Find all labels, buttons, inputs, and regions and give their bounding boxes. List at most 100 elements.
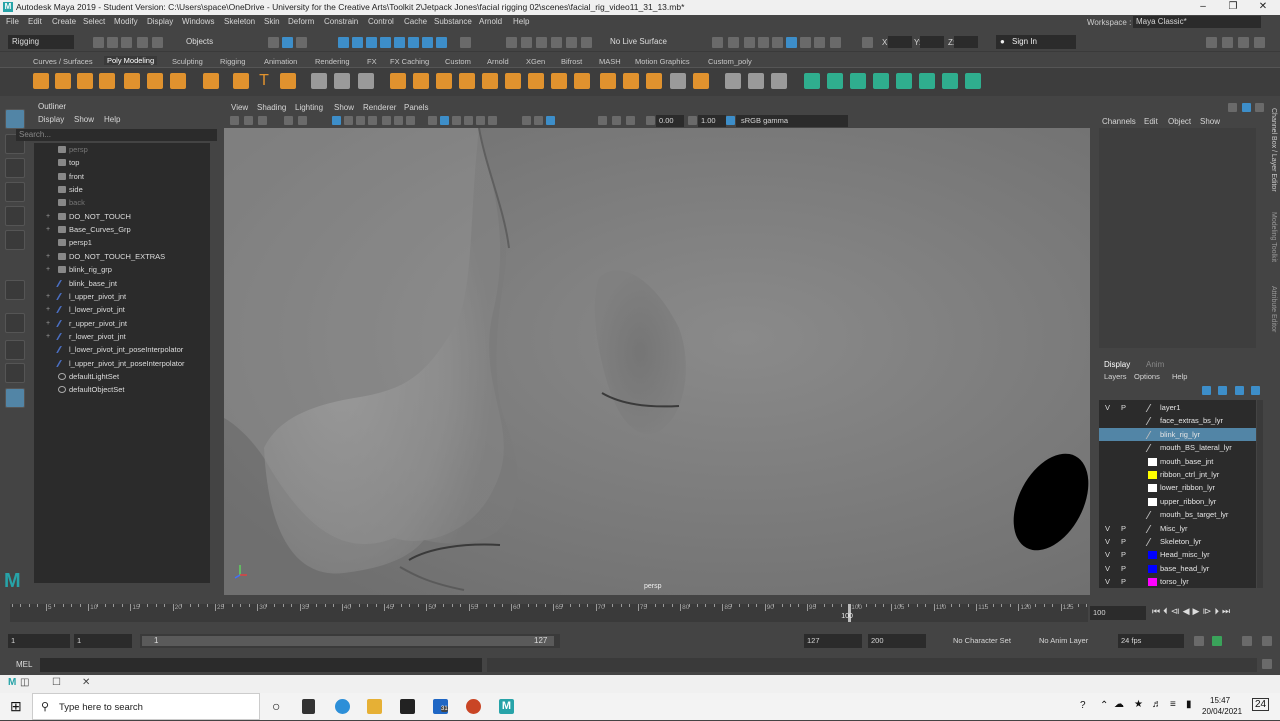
menu-deform[interactable]: Deform — [288, 17, 314, 26]
expand-icon[interactable]: + — [46, 290, 54, 303]
svg-icon[interactable] — [280, 73, 296, 89]
layer-color-swatch[interactable] — [1148, 471, 1157, 479]
bookmark-icon[interactable] — [258, 116, 267, 125]
animation-start-field[interactable]: 1 — [8, 634, 70, 648]
select-by-curve-icon[interactable] — [366, 37, 377, 48]
maximize-window-icon[interactable]: ☐ — [52, 677, 61, 688]
gamma-icon[interactable] — [688, 116, 697, 125]
ambient-occlusion-icon[interactable] — [522, 116, 531, 125]
new-scene-icon[interactable] — [93, 37, 104, 48]
xray-icon[interactable] — [612, 116, 621, 125]
step-back-frame-icon[interactable]: ⧏ — [1171, 606, 1180, 617]
film-gate-icon[interactable] — [344, 116, 353, 125]
cylindrical-map-icon[interactable] — [850, 73, 866, 89]
undo-icon[interactable] — [137, 37, 148, 48]
channel-menu-channels[interactable]: Channels — [1102, 117, 1136, 126]
animation-end-field[interactable]: 200 — [868, 634, 926, 648]
layer-row[interactable]: upper_ribbon_lyr — [1099, 495, 1256, 508]
snap-view-plane-icon[interactable] — [551, 37, 562, 48]
outlook-icon[interactable]: 31 — [433, 699, 448, 714]
outliner-menu-help[interactable]: Help — [104, 115, 120, 124]
field-chart-icon[interactable] — [382, 116, 391, 125]
x-field[interactable] — [888, 36, 912, 48]
smooth-shade-icon[interactable] — [440, 116, 449, 125]
spherical-map-icon[interactable] — [873, 73, 889, 89]
go-to-start-icon[interactable]: ⏮ — [1152, 606, 1160, 617]
playback-end-field[interactable]: 127 — [804, 634, 862, 648]
menu-set-select[interactable]: Rigging — [8, 35, 74, 49]
layer-color-swatch[interactable] — [1148, 564, 1157, 573]
playback-settings-icon[interactable] — [1262, 636, 1272, 646]
wireframe-on-shaded-icon[interactable] — [452, 116, 461, 125]
select-by-dynamic-icon[interactable] — [408, 37, 419, 48]
shelf-tab-sculpting[interactable]: Sculpting — [172, 57, 203, 66]
channel-menu-edit[interactable]: Edit — [1144, 117, 1158, 126]
shelf-tab-fx-caching[interactable]: FX Caching — [390, 57, 429, 66]
layer-row[interactable]: V Player1 — [1099, 401, 1256, 414]
layer-row[interactable]: lower_ribbon_lyr — [1099, 481, 1256, 494]
new-layer-icon[interactable] — [1235, 386, 1244, 395]
planar-map-icon[interactable] — [827, 73, 843, 89]
close-window-icon[interactable]: ✕ — [82, 677, 90, 688]
layer-color-swatch[interactable] — [1145, 524, 1153, 533]
expand-icon[interactable]: + — [46, 223, 54, 236]
select-by-misc-icon[interactable] — [436, 37, 447, 48]
shelf-tab-poly-modeling[interactable]: Poly Modeling — [104, 56, 158, 65]
select-by-joint-icon[interactable] — [352, 37, 363, 48]
windows-start-icon[interactable]: ⊞ — [10, 698, 22, 715]
shelf-tab-custom-poly[interactable]: Custom_poly — [708, 57, 752, 66]
loop-icon[interactable] — [1194, 636, 1204, 646]
object-mode-icon[interactable] — [282, 37, 293, 48]
character-set-select[interactable]: No Character Set — [950, 634, 1030, 648]
layer-menu-layers[interactable]: Layers — [1104, 372, 1127, 381]
menu-select[interactable]: Select — [83, 17, 105, 26]
y-field[interactable] — [920, 36, 944, 48]
gamma-field[interactable]: 1.00 — [698, 115, 726, 127]
transform-mode-icon[interactable] — [862, 37, 873, 48]
tool-settings-icon[interactable] — [1206, 37, 1217, 48]
view-transform-select[interactable]: sRGB gamma — [736, 115, 848, 127]
single-view-icon[interactable] — [5, 313, 25, 333]
taskbar-search-input[interactable]: ⚲ Type here to search — [32, 693, 260, 720]
last-tool-icon[interactable] — [5, 280, 25, 300]
notifications-icon[interactable]: 24 — [1252, 698, 1270, 711]
viewport-menu-shading[interactable]: Shading — [257, 103, 286, 112]
move-layer-down-icon[interactable] — [1218, 386, 1227, 395]
script-editor-icon[interactable] — [1262, 659, 1272, 669]
poly-cylinder-icon[interactable] — [77, 73, 93, 89]
render-frame-icon[interactable] — [728, 37, 739, 48]
fps-select[interactable]: 24 fps — [1118, 634, 1184, 648]
menu-modify[interactable]: Modify — [114, 17, 138, 26]
edge-loop-icon[interactable] — [748, 73, 764, 89]
cortana-icon[interactable]: ○ — [272, 698, 280, 714]
isolate-select-icon[interactable] — [598, 116, 607, 125]
menu-arnold[interactable]: Arnold — [479, 17, 502, 26]
go-to-end-icon[interactable]: ⏭ — [1222, 606, 1230, 617]
menu-file[interactable]: File — [6, 17, 19, 26]
sew-uv-icon[interactable] — [942, 73, 958, 89]
poly-plane-icon[interactable] — [147, 73, 163, 89]
layer-visibility-toggle[interactable]: V — [1105, 401, 1110, 414]
layer-tab-anim[interactable]: Anim — [1146, 360, 1164, 369]
shelf-tab-fx[interactable]: FX — [367, 57, 377, 66]
menu-constrain[interactable]: Constrain — [324, 17, 358, 26]
combine-icon[interactable] — [311, 73, 327, 89]
construction-history-icon[interactable] — [712, 37, 723, 48]
shelf-tab-bifrost[interactable]: Bifrost — [561, 57, 582, 66]
hypershade-icon[interactable] — [786, 37, 797, 48]
component-mode-icon[interactable] — [296, 37, 307, 48]
ipr-render-icon[interactable] — [758, 37, 769, 48]
select-by-surface-icon[interactable] — [380, 37, 391, 48]
current-frame-field[interactable]: 100 — [1090, 606, 1146, 620]
render-sequence-icon[interactable] — [744, 37, 755, 48]
cut-uv-icon[interactable] — [919, 73, 935, 89]
snap-grid-icon[interactable] — [506, 37, 517, 48]
auto-map-icon[interactable] — [896, 73, 912, 89]
file-explorer-icon[interactable] — [367, 699, 382, 714]
menu-display[interactable]: Display — [147, 17, 173, 26]
layer-visibility-toggle[interactable]: V — [1105, 522, 1110, 535]
side-tab-channel-box[interactable]: Channel Box / Layer Editor — [1270, 108, 1277, 192]
menu-control[interactable]: Control — [368, 17, 394, 26]
motion-blur-icon[interactable] — [534, 116, 543, 125]
anti-aliasing-icon[interactable] — [546, 116, 555, 125]
